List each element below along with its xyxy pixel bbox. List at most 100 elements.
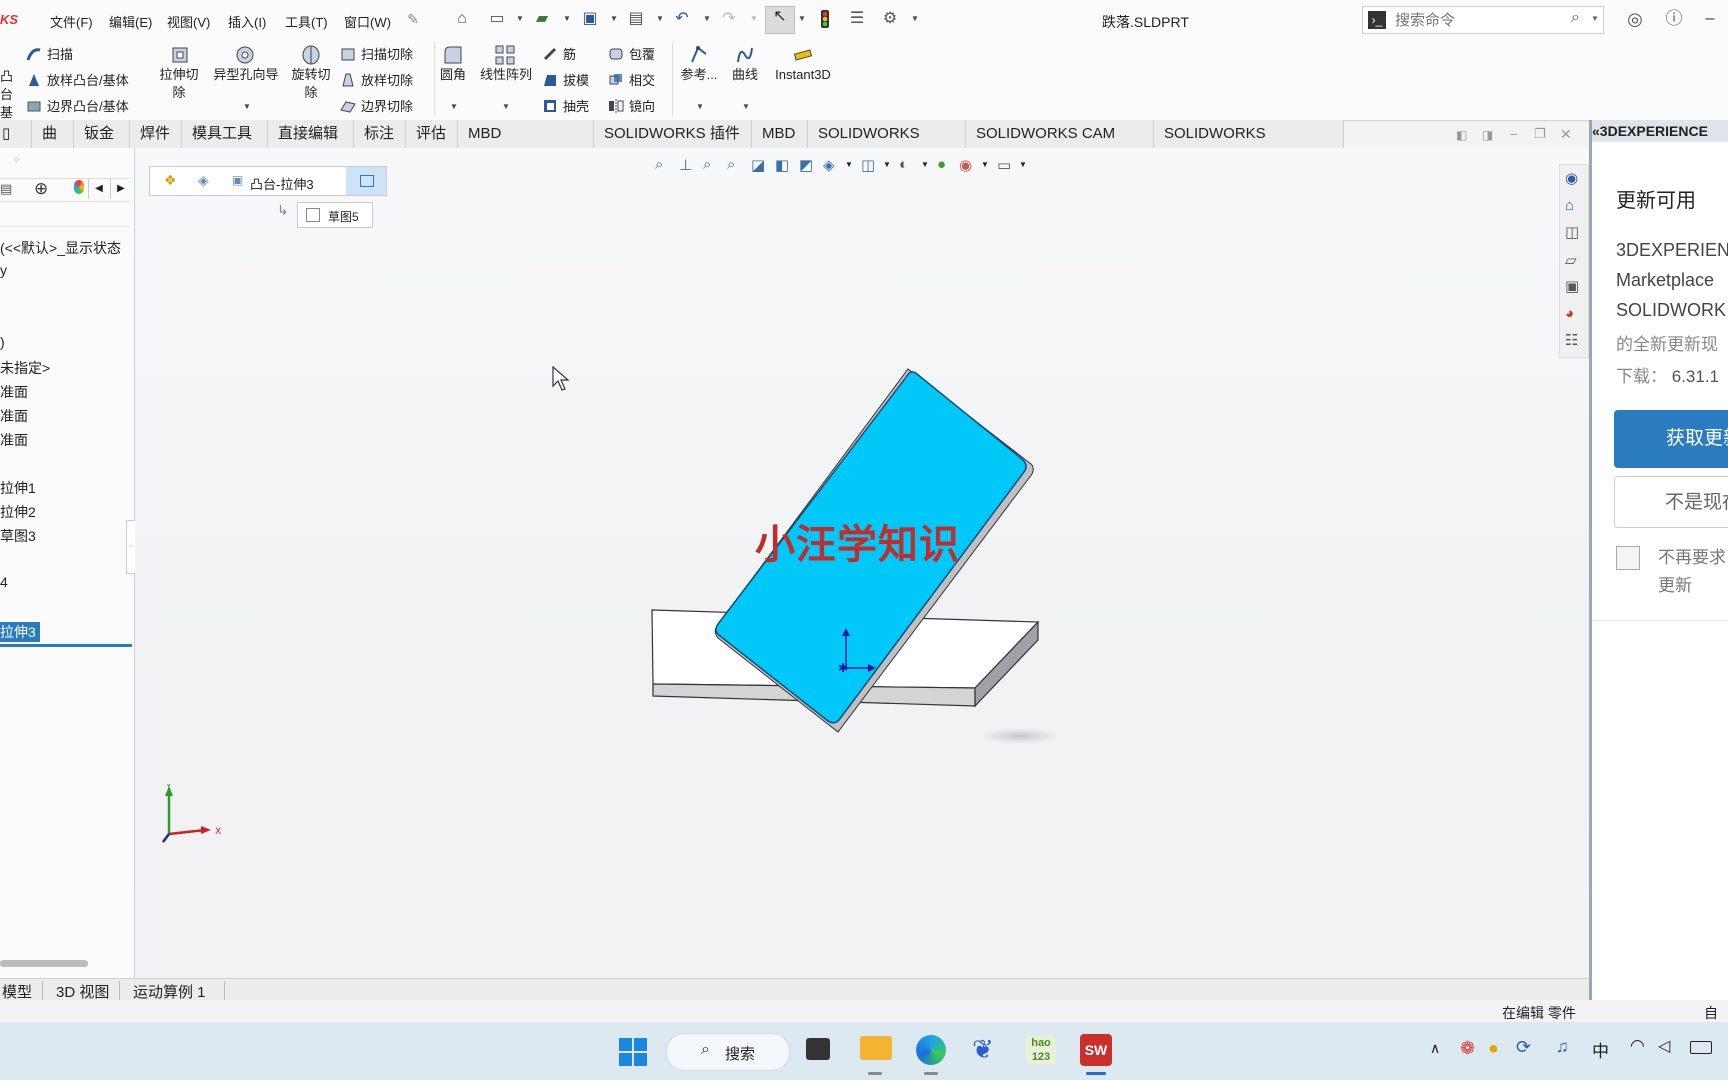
taskbar-search[interactable]: ⌕ 搜索 [666,1033,790,1071]
battery-icon[interactable] [1690,1041,1712,1054]
tree-item-history[interactable]: y [0,262,7,278]
help-icon[interactable]: ⓘ [1664,9,1684,29]
save-icon[interactable]: ▣ [580,9,600,29]
panel-scroll-right-icon[interactable]: ▶ [110,179,131,199]
menu-tools[interactable]: 工具(T) [285,12,328,31]
reference-geometry-button[interactable]: 参考... [676,66,722,84]
tab-weldments[interactable]: 焊件 [130,120,182,148]
fillet-button[interactable]: 圆角 [436,66,470,84]
options-dropdown-icon[interactable]: ▼ [911,14,919,23]
tab-solidworks-cam-tbm[interactable]: SOLIDWORKS CAM TBM [966,120,1154,170]
intersect-button[interactable]: 相交 [608,70,655,89]
print-icon[interactable]: ▤ [626,9,646,29]
mirror-button[interactable]: 镜向 [608,96,655,115]
hole-wizard-dropdown-icon[interactable]: ▼ [243,102,251,111]
shell-button[interactable]: 抽壳 [542,96,589,115]
file-explorer-taskbar-icon[interactable] [860,1036,892,1060]
tab-mbd-dimensions[interactable]: MBD Dimensions [458,120,594,170]
config-manager-tab-icon[interactable]: ⊕ [34,179,48,199]
tree-item-right-plane[interactable]: 准面 [0,430,28,450]
tray-security-icon[interactable]: ● [1488,1038,1499,1059]
instant3d-button[interactable]: Instant3D [770,66,836,84]
hole-wizard-button[interactable]: 异型孔向导 [208,66,284,84]
extrude-cut-button[interactable]: 拉伸切除 [156,66,202,102]
panel-horizontal-scrollbar[interactable] [0,960,88,967]
doc-minimize-icon[interactable]: – [1510,126,1517,141]
menu-file[interactable]: 文件(F) [50,12,93,31]
doc-restore-icon[interactable]: ❐ [1534,126,1546,142]
new-document-icon[interactable]: ▭ [487,9,507,29]
sweep-boss-button[interactable]: 扫描 [26,44,73,63]
redo-icon[interactable]: ↷ [719,9,739,29]
tab-solidworks-cam[interactable]: SOLIDWORKS CAM [808,120,966,170]
tray-sync-icon[interactable]: ⟳ [1516,1037,1531,1058]
menu-view[interactable]: 视图(V) [167,12,210,31]
collapse-chevron-icon[interactable]: « [1592,123,1600,139]
swept-cut-button[interactable]: 扫描切除 [340,44,413,63]
hao123-icon[interactable]: hao 123 [1026,1036,1056,1064]
view-palette-pane-icon[interactable]: ▣ [1565,277,1579,295]
display-manager-tab-icon[interactable] [74,180,84,194]
tree-item-extrude2[interactable]: 拉伸2 [0,502,36,522]
tree-item-front-plane[interactable]: 准面 [0,382,28,402]
dont-ask-checkbox[interactable] [1616,546,1640,570]
windows-start-icon[interactable] [619,1038,647,1066]
search-command-box[interactable]: ›_ ⌕ ▼ [1362,6,1604,34]
redo-dropdown-icon[interactable]: ▼ [750,14,758,23]
tab-model[interactable]: 模型 [2,981,44,1002]
select-dropdown-icon[interactable]: ▼ [798,14,806,23]
tree-item-top-plane[interactable]: 准面 [0,406,28,426]
open-dropdown-icon[interactable]: ▼ [563,14,571,23]
tree-filter-bar[interactable] [0,206,130,227]
undo-icon[interactable]: ↶ [672,9,692,29]
tab-3d-views[interactable]: 3D 视图 [56,981,121,1002]
rollback-bar[interactable] [0,644,132,647]
volume-icon[interactable]: ◁ [1658,1036,1670,1056]
linear-pattern-button[interactable]: 线性阵列 [476,66,536,84]
undo-dropdown-icon[interactable]: ▼ [703,14,711,23]
curves-dropdown-icon[interactable]: ▼ [742,102,750,111]
tile-left-icon[interactable]: ◧ [1456,128,1467,142]
menu-window[interactable]: 窗口(W) [344,12,391,31]
graphics-area[interactable]: ❖ ◈ ▣ 凸台-拉伸3 ↳ 草图5 ⌕ ⊥ ⌕ ⌕ ◪ ◧ ◩ ◈ ▼ ◫ ▼… [135,148,1589,978]
minimize-window-icon[interactable]: – [1700,9,1720,29]
lofted-cut-button[interactable]: 放样切除 [340,70,413,89]
wifi-icon[interactable]: ◠ [1630,1036,1645,1056]
custom-properties-icon[interactable]: ☷ [1565,331,1578,349]
tab-surfaces[interactable]: 曲面 [32,120,74,170]
search-dropdown-icon[interactable]: ▼ [1591,14,1599,23]
ime-indicator[interactable]: 中 [1592,1037,1609,1062]
sw-resources-icon[interactable]: ⌂ [1565,197,1574,214]
tab-motion-study[interactable]: 运动算例 1 [133,981,225,1002]
tab-solidworks-addins[interactable]: SOLIDWORKS 插件 [594,120,752,148]
open-icon[interactable]: ▰ [532,9,552,29]
doc-close-icon[interactable]: ✕ [1560,126,1572,143]
view-triad[interactable]: Y X [155,784,235,848]
tree-item-root[interactable]: (<<默认>_显示状态 [0,238,121,258]
menu-edit[interactable]: 编辑(E) [109,12,152,31]
user-account-icon[interactable]: ◎ [1625,9,1645,29]
task-view-icon[interactable] [806,1038,830,1060]
boundary-cut-button[interactable]: 边界切除 [340,96,413,115]
tree-item-annotations[interactable]: ) [0,334,5,350]
tree-item-extrude1[interactable]: 拉伸1 [0,478,36,498]
microphone-icon[interactable]: ♫ [1556,1037,1569,1057]
3dexperience-icon[interactable]: ◉ [1565,169,1578,187]
panel-scroll-left-icon[interactable]: ◀ [88,179,109,199]
tab-mbd[interactable]: MBD [752,120,808,148]
boundary-boss-button[interactable]: 边界凸台/基体 [26,96,129,115]
not-now-button[interactable]: 不是现在 [1614,476,1728,528]
save-dropdown-icon[interactable]: ▼ [610,14,618,23]
curves-button[interactable]: 曲线 [726,66,764,84]
rebuild-traffic-light-icon[interactable] [815,9,835,29]
file-explorer-icon[interactable]: ▱ [1565,251,1577,269]
fillet-dropdown-icon[interactable]: ▼ [450,102,458,111]
pin-icon[interactable]: ✎ [403,9,423,29]
menu-insert[interactable]: 插入(I) [228,12,266,31]
tree-item-sketch3[interactable]: 草图3 [0,526,36,546]
panel-handle-icon[interactable]: ○ [14,154,19,164]
tab-features-partial[interactable]: ▯ [0,120,32,148]
rib-button[interactable]: 筋 [542,44,576,63]
draft-button[interactable]: 拔模 [542,70,589,89]
property-manager-tab-icon[interactable]: ▤ [0,181,12,197]
